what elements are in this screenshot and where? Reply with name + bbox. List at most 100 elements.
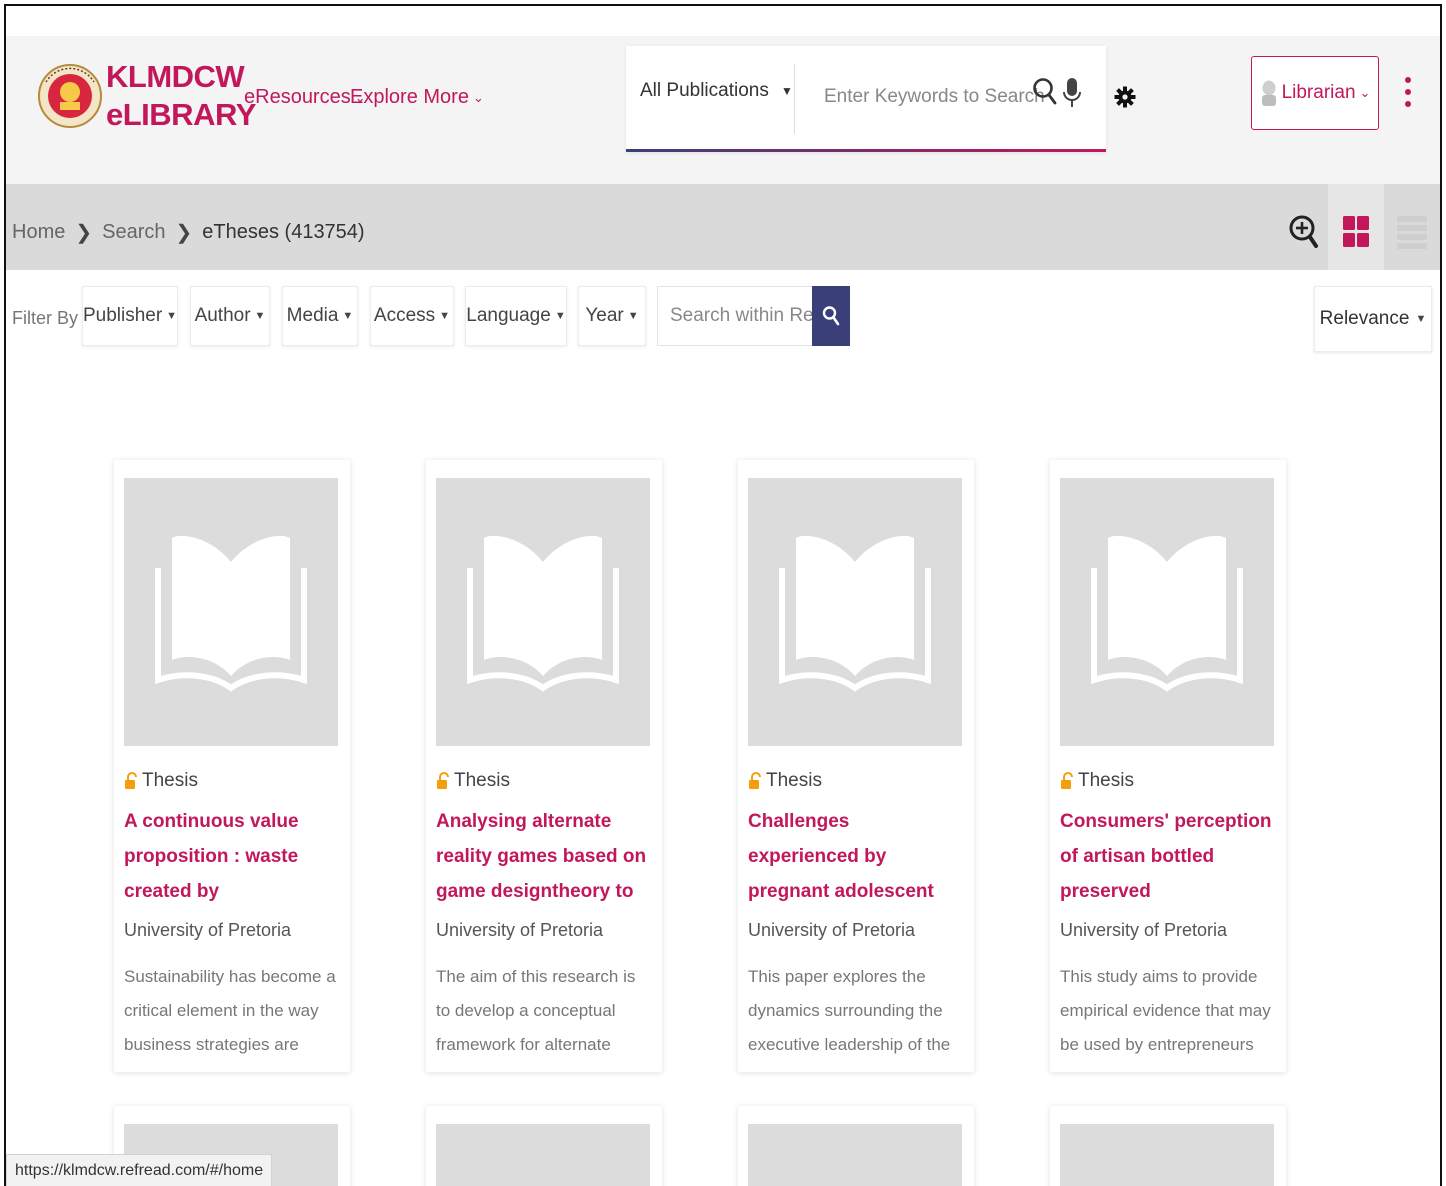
breadcrumb-current: eTheses (413754) [202, 221, 365, 243]
book-cover[interactable] [1060, 1124, 1274, 1186]
keyword-search-input[interactable]: Enter Keywords to Search [824, 86, 1045, 108]
card-description: Sustainability has become a critical ele… [124, 967, 336, 1054]
college-emblem-logo[interactable] [38, 42, 102, 150]
brand-logo-text[interactable]: KLMDCW eLIBRARY [106, 58, 256, 134]
result-card[interactable] [426, 1106, 662, 1186]
result-card[interactable]: Thesis Analysing alternate reality games… [426, 460, 662, 1072]
breadcrumb-search[interactable]: Search [102, 221, 165, 244]
book-cover[interactable] [436, 478, 650, 746]
result-card[interactable]: Thesis Consumers' perception of artisan … [1050, 460, 1286, 1072]
card-description: This paper explores the dynamics surroun… [748, 967, 951, 1054]
book-cover[interactable] [436, 1124, 650, 1186]
gear-icon[interactable] [1114, 86, 1136, 108]
filter-year[interactable]: Year ▼ [578, 286, 646, 346]
chevron-right-icon: ❯ [75, 222, 93, 244]
card-title[interactable]: A continuous value proposition : waste c… [124, 804, 340, 909]
open-book-icon [779, 535, 931, 692]
open-lock-icon [125, 772, 137, 789]
open-lock-icon [1061, 772, 1073, 789]
link-status-bar: https://klmdcw.refread.com/#/home [6, 1154, 273, 1186]
item-type: Thesis [124, 770, 198, 792]
chevron-down-icon: ⌄ [1359, 85, 1371, 100]
book-cover[interactable] [1060, 478, 1274, 746]
grid-view-icon[interactable] [1342, 214, 1370, 250]
book-cover[interactable] [124, 478, 338, 746]
caret-down-icon[interactable]: ▼ [781, 84, 793, 98]
filter-access-label: Access [373, 305, 436, 326]
caret-down-icon: ▼ [342, 310, 354, 322]
nav-explore-more[interactable]: Explore More ⌄ [350, 86, 484, 109]
card-description: This study aims to provide empirical evi… [1060, 967, 1271, 1054]
header: KLMDCW eLIBRARY eResources ⌄ Explore Mor… [6, 6, 1440, 184]
card-publisher: University of Pretoria [436, 920, 604, 940]
filter-language-label: Language [466, 305, 551, 326]
nav-eresources[interactable]: eResources ⌄ [244, 86, 366, 109]
caret-down-icon: ▼ [166, 310, 178, 322]
item-type: Thesis [1060, 770, 1134, 792]
caret-down-icon: ▼ [1415, 313, 1427, 325]
list-view-icon[interactable] [1396, 214, 1428, 250]
result-card[interactable]: Thesis Challenges experienced by pregnan… [738, 460, 974, 1072]
breadcrumb-home[interactable]: Home [12, 221, 65, 244]
open-book-icon [467, 535, 619, 692]
open-lock-icon [437, 772, 449, 789]
search-divider [794, 64, 795, 134]
filter-author[interactable]: Author ▼ [190, 286, 270, 346]
brand-line-1: KLMDCW [106, 59, 245, 94]
search-underline [626, 149, 1106, 152]
global-search: All Publications ▼ Enter Keywords to Sea… [626, 46, 1106, 152]
filter-publisher-label: Publisher [82, 305, 163, 326]
open-book-icon [155, 535, 307, 692]
result-card[interactable]: Thesis A continuous value proposition : … [114, 460, 350, 1072]
item-type-label: Thesis [766, 770, 822, 791]
publication-scope-select[interactable]: All Publications [640, 80, 769, 102]
caret-down-icon: ▼ [254, 310, 266, 322]
breadcrumb-bar: Home ❯ Search ❯ eTheses (413754) [6, 184, 1440, 270]
brand-line-2: eLIBRARY [106, 97, 256, 132]
card-publisher: University of Pretoria [124, 920, 292, 940]
item-type-label: Thesis [142, 770, 198, 791]
filter-access[interactable]: Access ▼ [370, 286, 454, 346]
result-card[interactable] [1050, 1106, 1286, 1186]
card-publisher: University of Pretoria [748, 920, 916, 940]
open-book-icon [1091, 535, 1243, 692]
more-options-icon[interactable] [1404, 76, 1412, 108]
item-type-label: Thesis [1078, 770, 1134, 791]
card-description: The aim of this research is to develop a… [436, 967, 636, 1054]
search-icon [822, 306, 840, 326]
search-within-button[interactable] [812, 286, 850, 346]
item-type: Thesis [748, 770, 822, 792]
microphone-icon[interactable] [1062, 76, 1082, 110]
search-within-input[interactable] [657, 286, 813, 346]
sort-label: Relevance [1319, 308, 1410, 329]
chevron-right-icon: ❯ [175, 222, 193, 244]
caret-down-icon: ▼ [627, 310, 639, 322]
caret-down-icon: ▼ [554, 310, 566, 322]
nav-explore-label: Explore More [350, 86, 469, 108]
open-lock-icon [749, 772, 761, 789]
filter-publisher[interactable]: Publisher ▼ [82, 286, 178, 346]
filter-label: Filter By : [12, 308, 89, 328]
filter-author-label: Author [194, 305, 251, 326]
card-title[interactable]: Analysing alternate reality games based … [436, 804, 652, 909]
filter-media[interactable]: Media ▼ [282, 286, 358, 346]
user-menu-button[interactable]: Librarian ⌄ [1251, 56, 1379, 130]
chevron-down-icon: ⌄ [472, 89, 484, 105]
caret-down-icon: ▼ [439, 310, 451, 322]
zoom-in-icon[interactable] [1288, 212, 1320, 252]
search-icon[interactable] [1032, 76, 1058, 106]
card-title[interactable]: Challenges experienced by pregnant adole… [748, 804, 964, 909]
app-window: KLMDCW eLIBRARY eResources ⌄ Explore Mor… [4, 4, 1442, 1186]
filter-language[interactable]: Language ▼ [465, 286, 567, 346]
book-cover[interactable] [748, 478, 962, 746]
breadcrumb: Home ❯ Search ❯ eTheses (413754) [12, 220, 365, 245]
card-title[interactable]: Consumers' perception of artisan bottled… [1060, 804, 1276, 909]
item-type: Thesis [436, 770, 510, 792]
filter-year-label: Year [585, 305, 624, 326]
book-cover[interactable] [748, 1124, 962, 1186]
item-type-label: Thesis [454, 770, 510, 791]
card-publisher: University of Pretoria [1060, 920, 1228, 940]
sort-relevance-dropdown[interactable]: Relevance ▼ [1314, 286, 1432, 352]
nav-eresources-label: eResources [244, 86, 351, 108]
result-card[interactable] [738, 1106, 974, 1186]
